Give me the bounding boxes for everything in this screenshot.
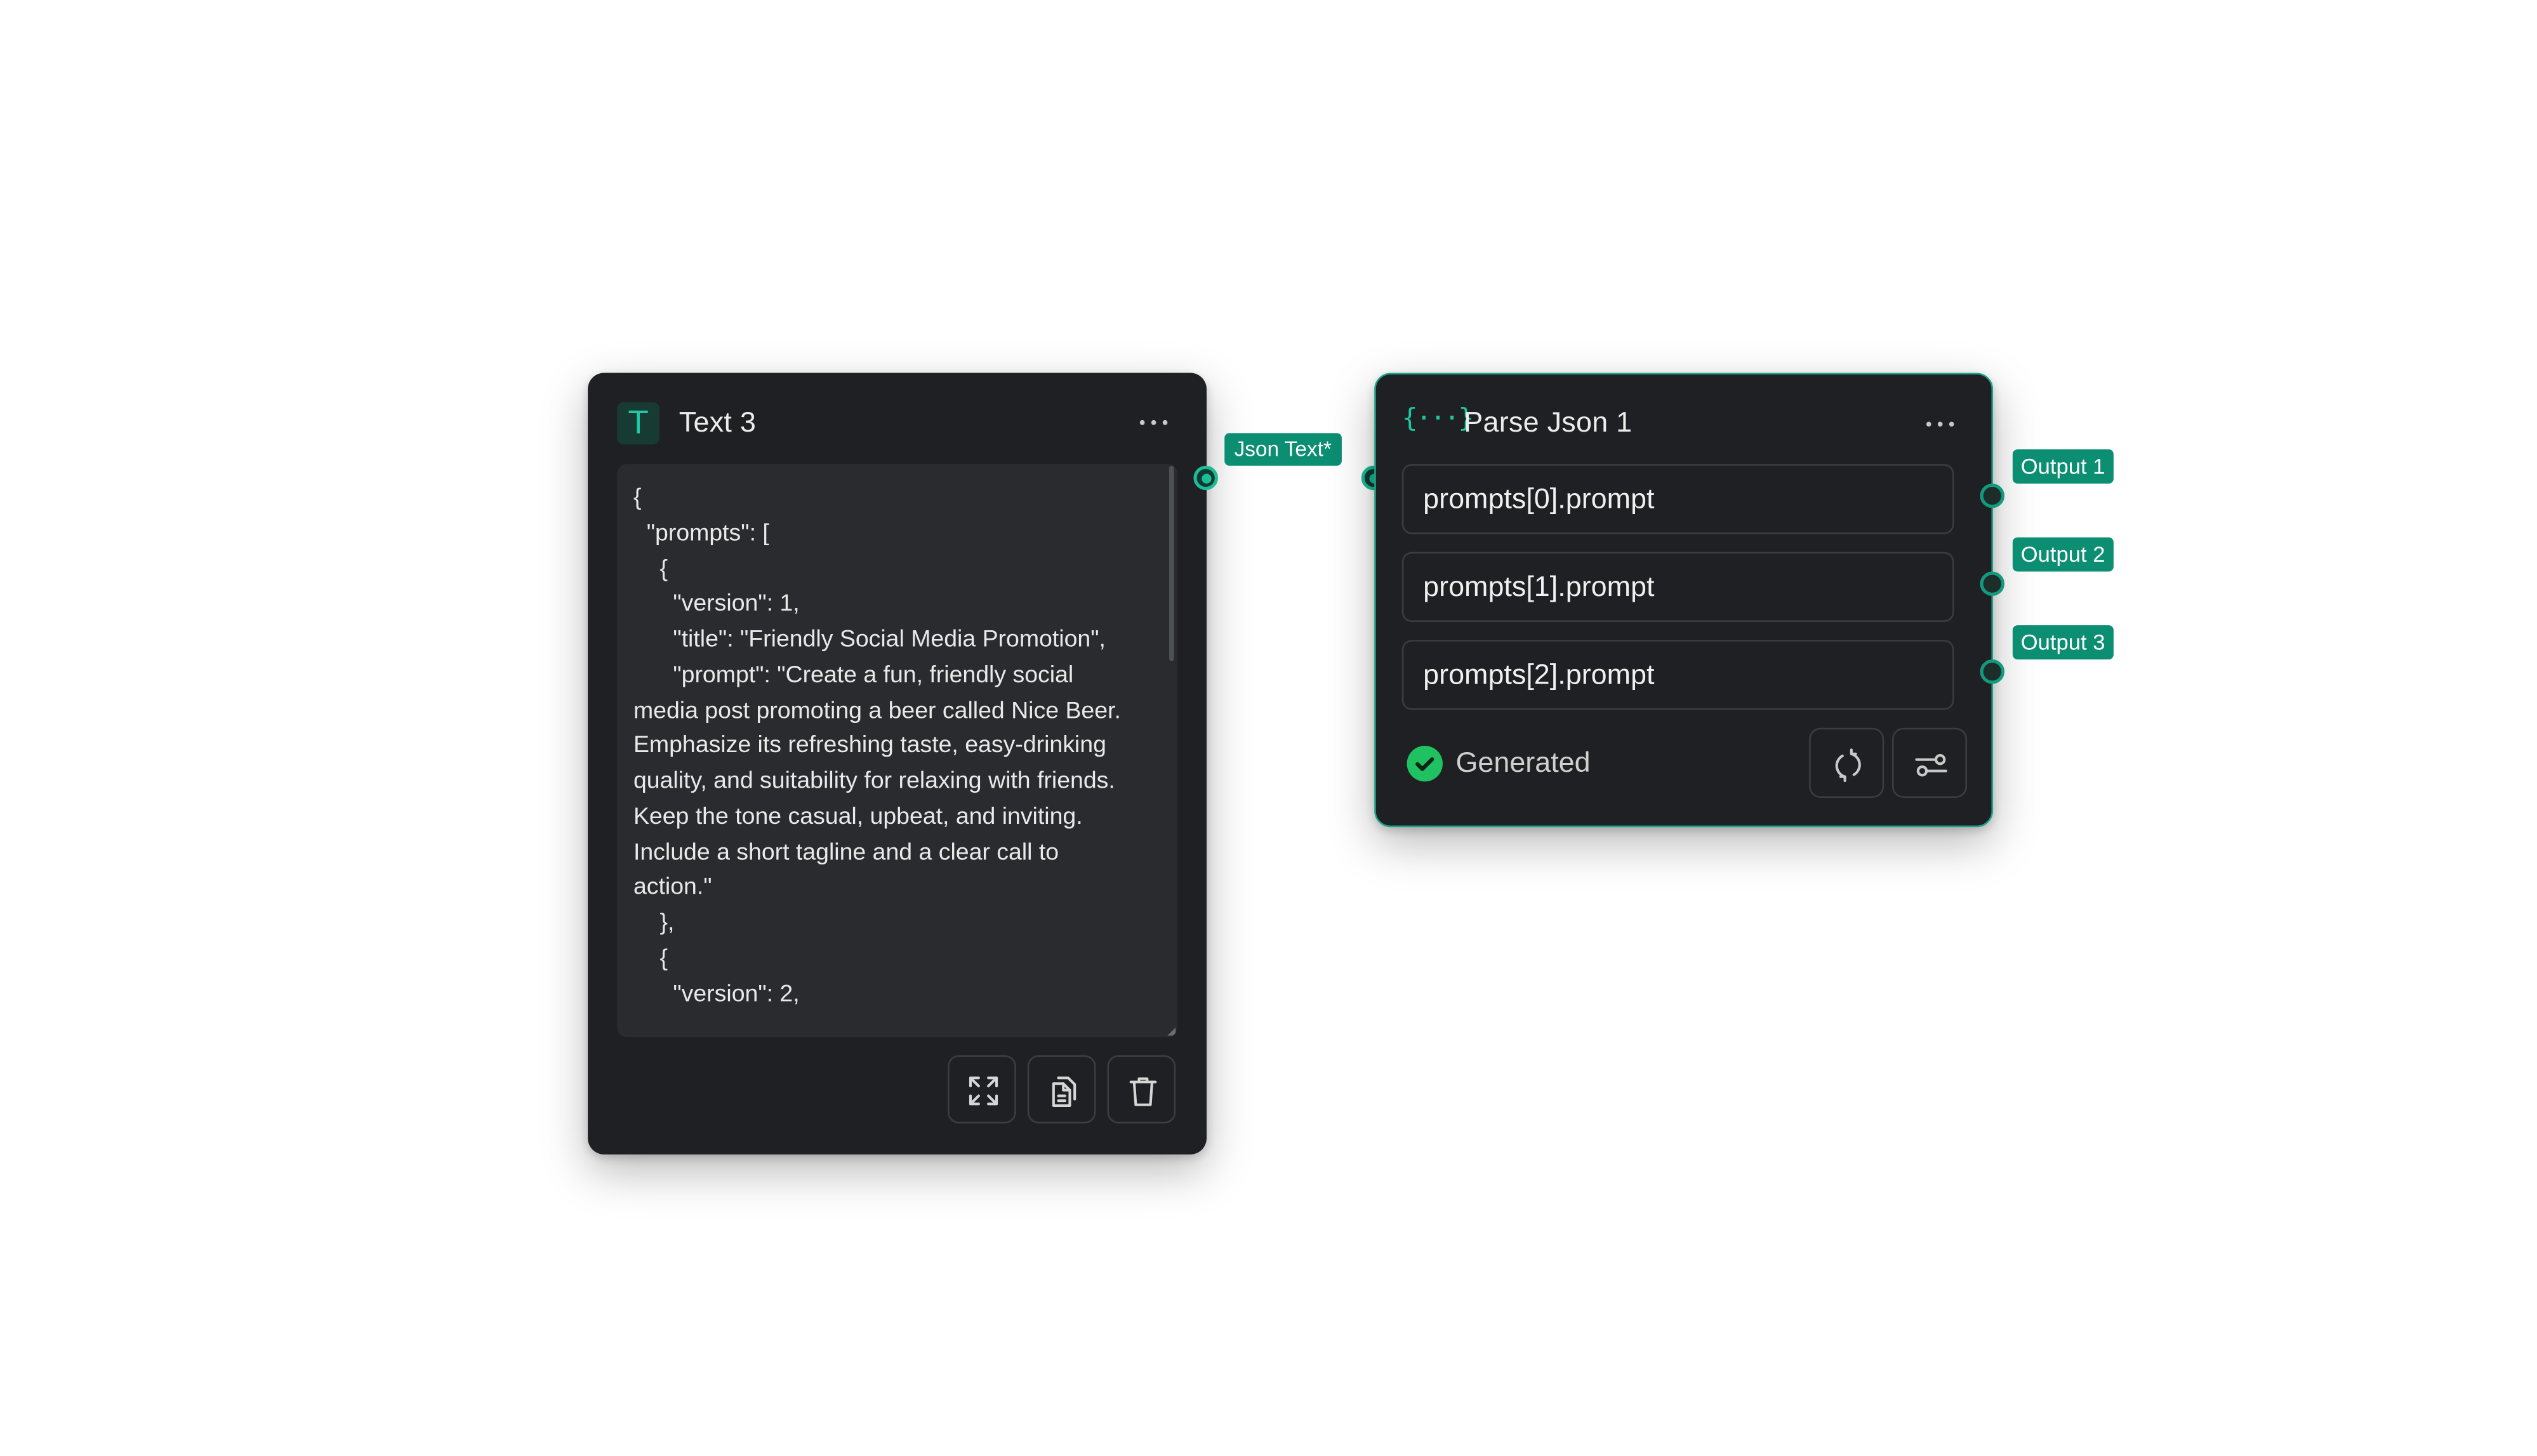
refresh-icon: [1835, 748, 1861, 783]
settings-button[interactable]: [1891, 727, 1968, 798]
more-horizontal-icon[interactable]: [1139, 418, 1172, 428]
json-braces-icon: {···}: [1401, 402, 1474, 433]
path-field-2[interactable]: prompts[2].prompt: [1401, 640, 1954, 710]
text-content[interactable]: { "prompts": [ { "version": 1, "title": …: [633, 482, 1138, 1013]
output-port-1[interactable]: [1980, 483, 2005, 508]
text-t-icon: T: [617, 402, 659, 445]
edge-label: Json Text*: [1224, 433, 1342, 466]
refresh-button[interactable]: [1809, 727, 1885, 798]
node-title: Text 3: [679, 405, 757, 439]
more-horizontal-icon[interactable]: [1926, 420, 1959, 430]
text-output-port[interactable]: [1193, 465, 1218, 491]
settings-sliders-icon: [1915, 754, 1947, 777]
copy-button[interactable]: [1027, 1055, 1096, 1124]
status-text: Generated: [1455, 745, 1591, 779]
workflow-canvas[interactable]: T Text 3 { "prompts": [ { "version": 1, …: [0, 0, 2537, 1456]
output-label-2: Output 2: [2012, 537, 2114, 572]
path-field-0[interactable]: prompts[0].prompt: [1401, 464, 1954, 534]
expand-button[interactable]: [948, 1055, 1016, 1124]
expand-icon: [969, 1076, 998, 1106]
output-port-3[interactable]: [1980, 659, 2005, 684]
trash-icon: [1129, 1077, 1157, 1106]
text-node[interactable]: T Text 3 { "prompts": [ { "version": 1, …: [588, 373, 1207, 1155]
resize-handle[interactable]: [1167, 1027, 1176, 1036]
node-title: Parse Json 1: [1464, 405, 1633, 439]
path-field-1[interactable]: prompts[1].prompt: [1401, 552, 1954, 622]
copy-document-icon: [1052, 1076, 1076, 1107]
check-circle-icon: [1407, 745, 1443, 782]
text-editor[interactable]: { "prompts": [ { "version": 1, "title": …: [617, 464, 1177, 1038]
output-label-1: Output 1: [2012, 449, 2114, 484]
parse-json-node[interactable]: {···} Parse Json 1 prompts[0].prompt pro…: [1374, 373, 1994, 828]
delete-button[interactable]: [1107, 1055, 1176, 1124]
output-port-2[interactable]: [1980, 571, 2005, 596]
output-label-3: Output 3: [2012, 625, 2114, 659]
scrollbar[interactable]: [1169, 465, 1174, 661]
